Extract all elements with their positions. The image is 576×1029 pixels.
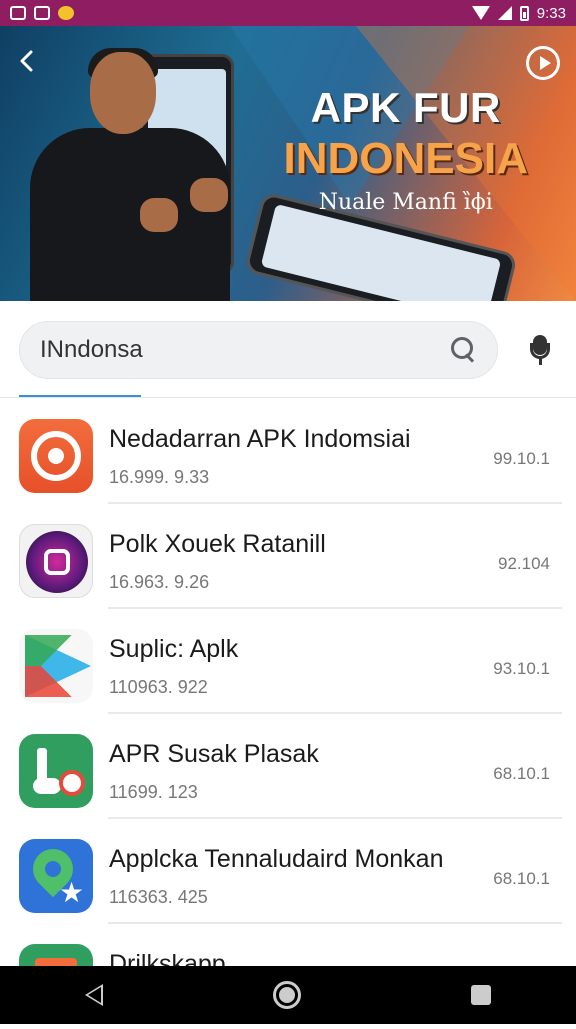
search-query[interactable]: INndonsa <box>40 336 451 364</box>
status-time: 9:33 <box>536 4 566 22</box>
gallery-icon <box>34 6 50 20</box>
back-button[interactable] <box>14 48 40 74</box>
back-triangle-icon[interactable] <box>85 984 103 1006</box>
list-item[interactable]: ★ Applcka Tennaludaird Monkan 116363. 42… <box>0 819 576 924</box>
app-subtitle: 16.999. 9.33 <box>109 467 210 487</box>
list-item[interactable]: Suplic: Aplk 110963. 922 93.10.1 <box>0 609 576 714</box>
notification-icon <box>10 6 26 20</box>
app-version: 99.10.1 <box>493 449 550 468</box>
navigation-bar <box>0 966 576 1024</box>
app-list: Nedadarran APK Indomsiai 16.999. 9.33 99… <box>0 399 576 1029</box>
wifi-icon <box>471 6 490 20</box>
app-title: Suplic: Aplk <box>109 635 239 663</box>
music-note-icon <box>19 734 93 808</box>
list-item[interactable]: Polk Xouek Ratanill 16.963. 9.26 92.104 <box>0 504 576 609</box>
status-bar: 9:33 <box>0 0 576 26</box>
app-title: APR Susak Plasak <box>109 740 319 768</box>
signal-icon <box>497 6 512 20</box>
app-version: 68.10.1 <box>493 764 550 783</box>
play-icon[interactable] <box>526 46 560 80</box>
search-input[interactable]: INndonsa <box>19 321 498 379</box>
banner-subtitle: Nuale Manfi ȉϕi <box>318 190 493 215</box>
orange-target-icon <box>19 419 93 493</box>
list-item[interactable]: Nedadarran APK Indomsiai 16.999. 9.33 99… <box>0 399 576 504</box>
battery-icon <box>519 5 529 21</box>
recents-square-icon[interactable] <box>471 985 491 1005</box>
app-title: Nedadarran APK Indomsiai <box>109 425 411 453</box>
presenter-image <box>30 48 230 301</box>
hero-banner: APK FUR INDONESIA Nuale Manfi ȉϕi <box>0 26 576 301</box>
play-store-icon <box>19 629 93 703</box>
app-title: Applcka Tennaludaird Monkan <box>109 845 444 873</box>
banner-title-line2: INDONESIA <box>283 134 528 183</box>
home-circle-icon[interactable] <box>273 981 301 1009</box>
chevron-left-icon <box>20 50 33 72</box>
app-subtitle: 110963. 922 <box>109 677 208 697</box>
banner-title: APK FUR INDONESIA Nuale Manfi ȉϕi <box>284 84 528 215</box>
app-version: 93.10.1 <box>493 659 550 678</box>
emoji-icon <box>58 6 74 20</box>
app-subtitle: 16.963. 9.26 <box>109 572 210 592</box>
banner-title-line1: APK FUR <box>310 84 501 131</box>
app-subtitle: 11699. 123 <box>109 782 198 802</box>
app-subtitle: 116363. 425 <box>109 887 208 907</box>
search-icon[interactable] <box>451 337 477 363</box>
app-version: 92.104 <box>498 554 550 573</box>
app-version: 68.10.1 <box>493 869 550 888</box>
map-pin-icon: ★ <box>19 839 93 913</box>
list-item[interactable]: APR Susak Plasak 11699. 123 68.10.1 <box>0 714 576 819</box>
microphone-icon[interactable] <box>528 335 552 367</box>
camera-icon <box>19 524 93 598</box>
app-title: Polk Xouek Ratanill <box>109 530 326 558</box>
search-row: INndonsa <box>0 301 576 398</box>
